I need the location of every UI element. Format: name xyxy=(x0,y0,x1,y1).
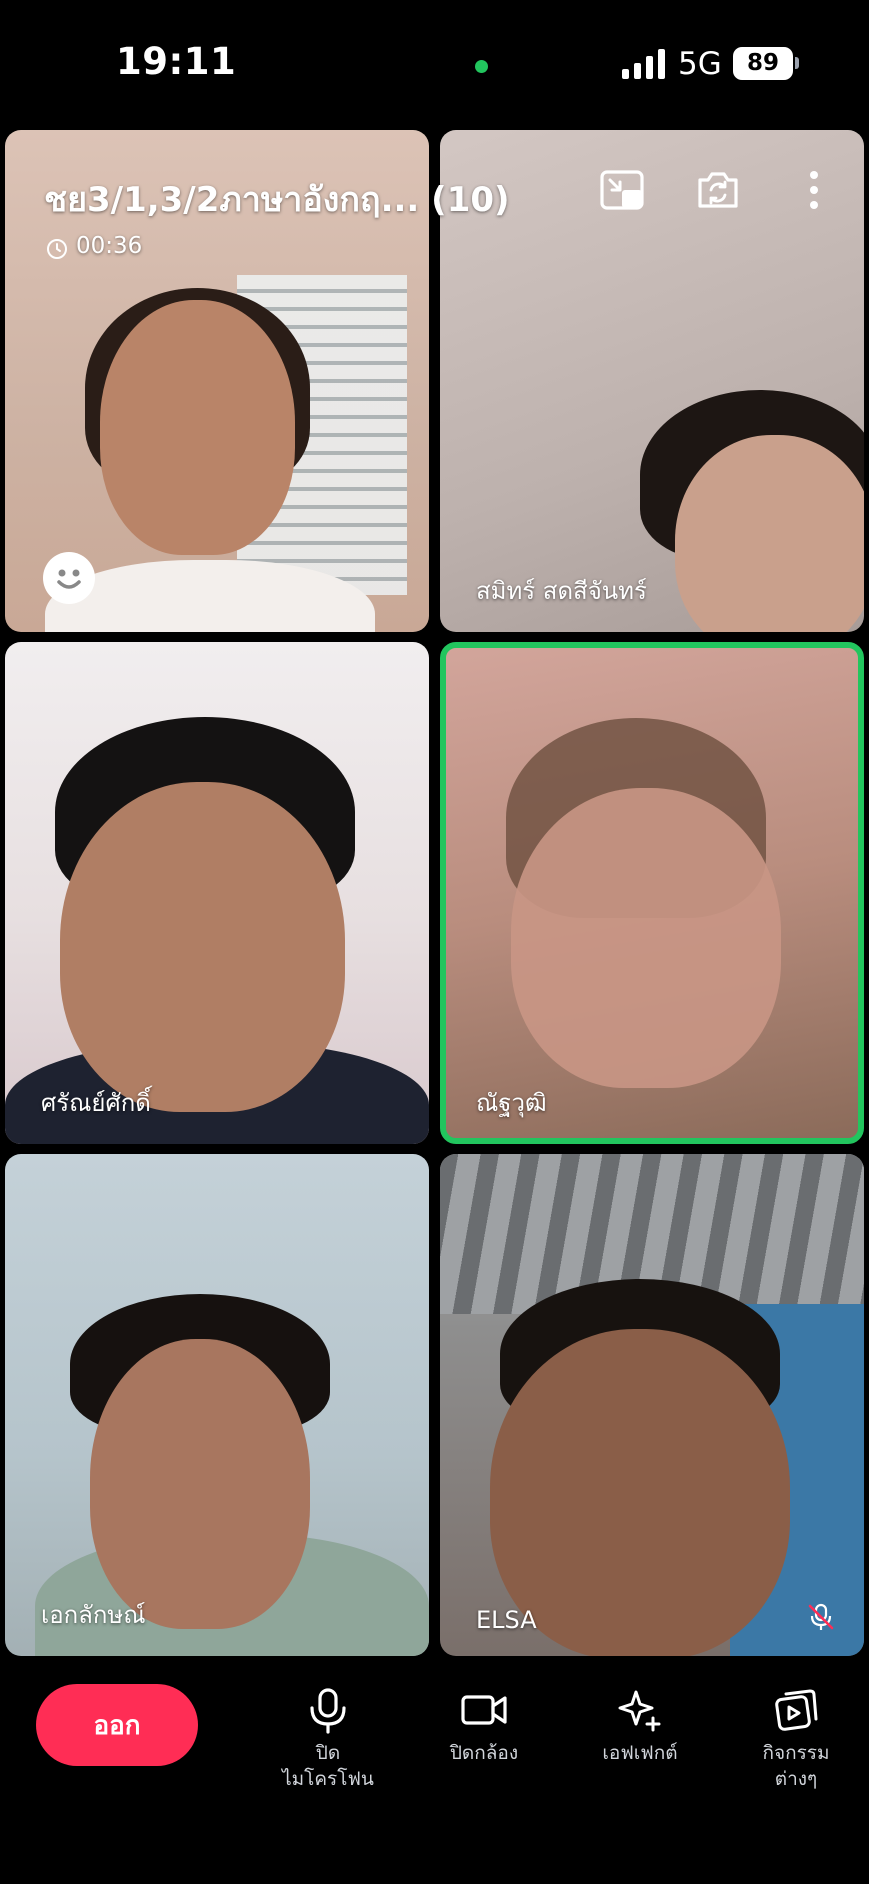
participant-name: ณัฐวุฒิ xyxy=(476,1089,547,1117)
sparkle-icon xyxy=(618,1690,661,1732)
leave-call-button[interactable]: ออก xyxy=(36,1684,198,1766)
mic-muted-icon xyxy=(808,1603,834,1630)
video-tile-participant[interactable]: เอกลักษณ์ xyxy=(5,1154,429,1656)
smiley-icon xyxy=(57,569,81,589)
video-camera-icon xyxy=(461,1695,507,1725)
status-bar: 19:11 5G 89 xyxy=(0,0,869,128)
participant-name: สมิทร์ สดสีจันทร์ xyxy=(476,577,647,605)
status-time: 19:11 xyxy=(116,40,237,83)
video-tile-participant[interactable]: ศรัณย์ศักดิ์ xyxy=(5,642,429,1144)
battery-indicator: 89 xyxy=(733,47,793,80)
network-type: 5G xyxy=(678,46,722,82)
activities-button[interactable]: กิจกรรม ต่างๆ xyxy=(726,1686,866,1792)
participant-face xyxy=(100,300,295,555)
call-header: ชย3/1,3/2ภาษาอังกฤ... (10) 00:36 xyxy=(0,128,869,268)
participant-face xyxy=(511,788,781,1088)
mic-toggle-button[interactable]: ปิด ไมโครโฟน xyxy=(258,1686,398,1792)
microphone-icon xyxy=(310,1688,346,1734)
camera-toggle-label: ปิดกล้อง xyxy=(449,1742,519,1764)
mic-toggle-label: ปิด ไมโครโฟน xyxy=(282,1742,374,1790)
participant-name: ELSA xyxy=(476,1606,537,1634)
participant-name: เอกลักษณ์ xyxy=(41,1601,146,1629)
participant-name: ศรัณย์ศักดิ์ xyxy=(41,1089,151,1117)
participant-face xyxy=(90,1339,310,1629)
camera-toggle-button[interactable]: ปิดกล้อง xyxy=(414,1686,554,1766)
video-tile-participant[interactable]: ELSA xyxy=(440,1154,864,1656)
participant-face xyxy=(675,435,864,632)
more-options-icon[interactable] xyxy=(790,166,838,214)
activities-label: กิจกรรม ต่างๆ xyxy=(762,1742,830,1790)
camera-in-use-indicator xyxy=(475,60,488,73)
call-timer: 00:36 xyxy=(76,233,143,259)
effects-button[interactable]: เอฟเฟกต์ xyxy=(570,1686,710,1766)
reaction-emoji-button[interactable] xyxy=(43,552,95,604)
signal-icon xyxy=(622,49,665,79)
battery-cap xyxy=(795,57,799,69)
video-tile-active-speaker[interactable]: ณัฐวุฒิ xyxy=(440,642,864,1144)
switch-camera-icon[interactable] xyxy=(694,166,742,214)
call-controls-bar: ออก ปิด ไมโครโฟน ปิดกล้อง เอฟเฟกต์ กิจกร… xyxy=(0,1658,869,1884)
call-title[interactable]: ชย3/1,3/2ภาษาอังกฤ... (10) xyxy=(44,172,510,226)
participant-face xyxy=(60,782,345,1112)
minimize-window-icon[interactable] xyxy=(598,166,646,214)
activities-icon xyxy=(775,1689,818,1731)
clock-icon xyxy=(47,239,67,259)
effects-label: เอฟเฟกต์ xyxy=(602,1742,678,1764)
